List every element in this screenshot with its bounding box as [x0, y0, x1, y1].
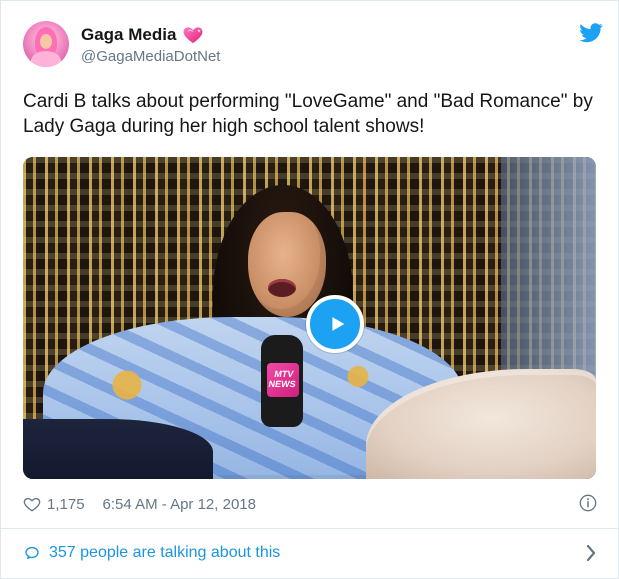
- chevron-right-icon[interactable]: [584, 543, 598, 563]
- person-face: [248, 212, 326, 317]
- divider: [1, 528, 618, 529]
- author-name[interactable]: Gaga Media: [81, 25, 176, 45]
- talking-text: 357 people are talking about this: [49, 544, 281, 561]
- mtv-news-badge: MTV NEWS: [267, 363, 299, 397]
- person-mouth: [268, 279, 296, 297]
- heart-outline-icon: [23, 495, 41, 513]
- mtv-news-badge-text: MTV NEWS: [267, 369, 297, 389]
- tweet-text: Cardi B talks about performing "LoveGame…: [23, 91, 593, 137]
- avatar-body: [31, 51, 61, 67]
- tweet-card: Gaga Media @GagaMediaDotNet Cardi B talk…: [0, 0, 619, 579]
- play-icon: [326, 313, 348, 335]
- author-name-row: Gaga Media: [81, 25, 204, 45]
- tweet-timestamp[interactable]: 6:54 AM - Apr 12, 2018: [103, 496, 256, 513]
- tweet-video[interactable]: MTV NEWS: [23, 157, 596, 479]
- avatar-face: [40, 34, 52, 49]
- sparkling-heart-icon: [182, 25, 204, 45]
- chat-bubble-icon: [23, 544, 41, 562]
- play-button[interactable]: [306, 295, 364, 353]
- twitter-bird-icon[interactable]: [579, 23, 603, 43]
- author-avatar[interactable]: [23, 21, 69, 67]
- like-count: 1,175: [47, 495, 85, 513]
- tweet-meta: 1,175 6:54 AM - Apr 12, 2018: [23, 492, 598, 516]
- tweet-header: Gaga Media @GagaMediaDotNet: [23, 21, 603, 71]
- info-icon[interactable]: [578, 493, 598, 513]
- author-handle[interactable]: @GagaMediaDotNet: [81, 48, 220, 65]
- talking-link[interactable]: 357 people are talking about this: [23, 541, 598, 565]
- like-button[interactable]: 1,175: [23, 495, 85, 513]
